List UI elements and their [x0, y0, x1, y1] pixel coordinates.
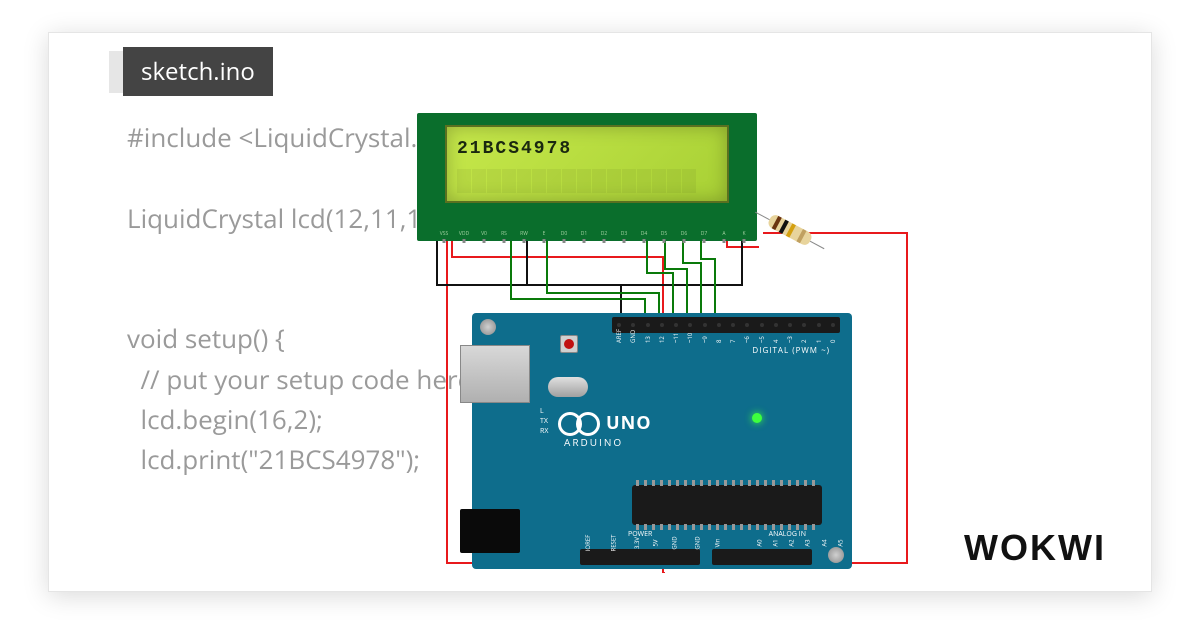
wokwi-logo: WOKWI [964, 527, 1106, 569]
power-jack [460, 509, 520, 553]
usb-port [460, 345, 530, 403]
reset-button[interactable] [560, 335, 578, 353]
file-tab[interactable]: sketch.ino [123, 47, 273, 96]
lcd-text: 21BCS4978 [457, 139, 572, 159]
atmega-chip [632, 485, 822, 525]
digital-pin-labels: AREFGND 1312 ~11~10 ~98 7~6 ~54 ~32 10 [612, 335, 840, 343]
model-label: UNO [606, 411, 652, 435]
crystal-oscillator [548, 377, 588, 397]
digital-section-label: DIGITAL (PWM ~) [752, 345, 830, 356]
resistor[interactable] [766, 213, 813, 247]
infinity-icon [558, 412, 600, 434]
filename: sketch.ino [141, 55, 255, 88]
resistor-body [766, 213, 813, 247]
lcd-screen: 21BCS4978 [445, 125, 729, 203]
arduino-uno[interactable]: AREFGND 1312 ~11~10 ~98 7~6 ~54 ~32 10 D… [472, 313, 852, 569]
analog-header[interactable] [712, 549, 812, 565]
analog-section-label: ANALOG IN [769, 530, 806, 539]
lcd-pins: VSSVDD V0RS RWE D0D1 D2D3 D4D5 D6D7 AK [435, 231, 753, 237]
brand-label: ARDUINO [564, 435, 623, 449]
arduino-logo: UNO [558, 411, 652, 435]
circuit-diagram[interactable]: 21BCS4978 VSSVDD V0RS RWE D0D1 D2D3 D4D5… [407, 113, 947, 573]
led-labels: L TX RX [540, 407, 548, 436]
power-header[interactable] [580, 549, 700, 565]
bottom-pin-labels: IOREFRESET 3.3V5V GNDGND Vin A0A1 A2A3 A… [580, 539, 844, 547]
lcd-1602[interactable]: 21BCS4978 VSSVDD V0RS RWE D0D1 D2D3 D4D5… [417, 113, 757, 241]
digital-header[interactable] [612, 317, 840, 333]
lcd-row2 [457, 169, 696, 193]
power-led [752, 413, 762, 423]
preview-card: sketch.ino #include <LiquidCrystal.h> Li… [48, 32, 1152, 592]
